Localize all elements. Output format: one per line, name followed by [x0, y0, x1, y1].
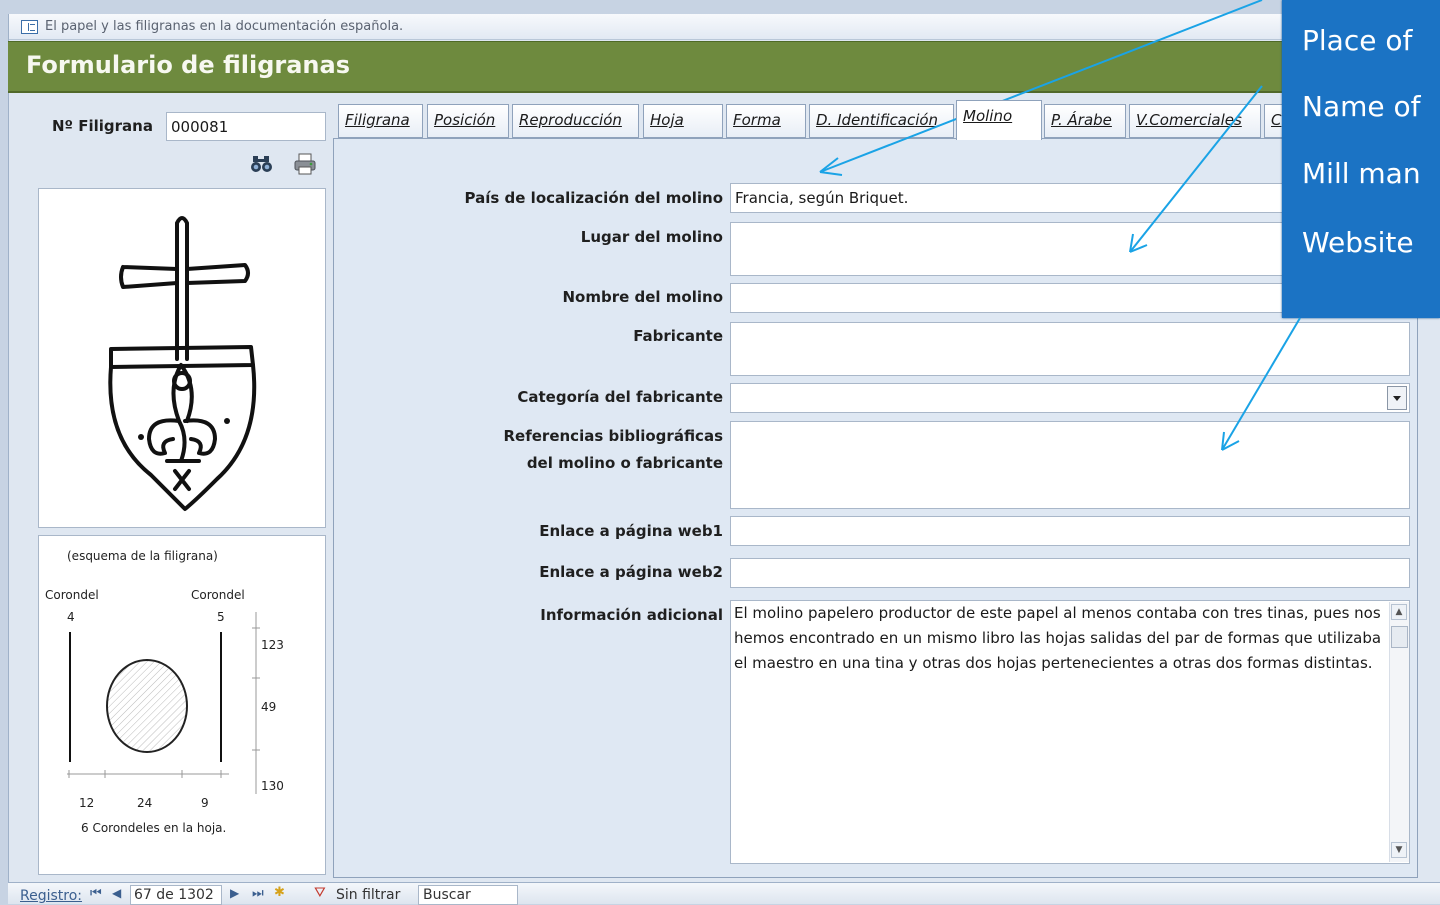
arrow-to-pais	[819, 0, 1263, 173]
arrow-to-lugar	[1129, 85, 1263, 253]
tab-molino[interactable]: Molino	[956, 100, 1042, 140]
annotation-arrows	[819, 0, 1301, 451]
arrow-to-referencias	[1221, 317, 1301, 451]
